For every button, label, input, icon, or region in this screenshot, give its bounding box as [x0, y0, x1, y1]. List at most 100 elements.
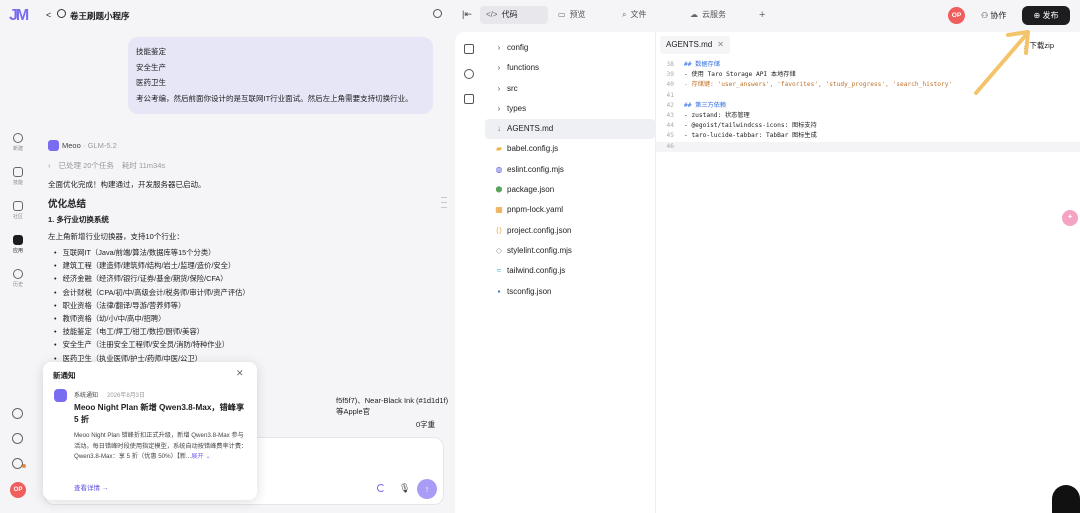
close-icon[interactable]: ✕: [236, 368, 244, 379]
file-tree: › config › functions › src › types ↓ AGENTS.m…: [485, 38, 655, 302]
community-icon: [13, 201, 23, 211]
explorer-rail: [455, 32, 483, 513]
rail-item-history[interactable]: 历史: [0, 269, 36, 288]
view-details-link[interactable]: 查看详情 →: [74, 482, 108, 492]
file-item[interactable]: ▪ tsconfig.json: [485, 282, 655, 302]
file-item[interactable]: ⬢ package.json: [485, 180, 655, 200]
list-item: 会计财税（CPA/初/中/高级会计/税务师/审计师/资产评估）: [54, 286, 250, 299]
file-item[interactable]: ◍ eslint.config.mjs: [485, 160, 655, 180]
file-item[interactable]: › src: [485, 79, 655, 99]
rail-avatar[interactable]: OP: [10, 482, 26, 498]
list-item: 技能鉴定（电工/焊工/钳工/数控/厨师/美容）: [54, 325, 250, 338]
rail-item-skills[interactable]: 技能: [0, 167, 36, 186]
code-workspace: › config › functions › src › types ↓ AGENTS.m…: [455, 32, 1080, 513]
notification-date: 2026年8月3日: [107, 393, 146, 399]
code-line: 40- 存储键: 'user_answers', 'favorites', 's…: [666, 81, 953, 89]
git-branch-icon[interactable]: [464, 94, 474, 104]
code-line-current: 46: [656, 141, 1080, 152]
add-tab-icon[interactable]: +: [759, 9, 765, 21]
left-rail: 新建 技能 社区 应用 历史 OP: [0, 32, 36, 513]
project-title[interactable]: 卷王刷题小程序: [70, 10, 130, 22]
rail-item-new[interactable]: 新建: [0, 133, 36, 152]
notification-avatar: [54, 389, 67, 402]
code-line: 44- @egoist/tailwindcss-icons: 图标支持: [666, 122, 817, 130]
assistant-header: Meoo · GLM-5.2: [48, 140, 117, 152]
tab-code[interactable]: </> 代码: [480, 6, 548, 24]
publish-button[interactable]: ⊕ 发布: [1022, 6, 1070, 25]
notification-source: 系统通知: [74, 393, 99, 399]
mic-icon[interactable]: 🎙: [399, 483, 410, 494]
clock-icon: [13, 269, 23, 279]
json-icon: ⟨⟩: [495, 225, 503, 235]
collab-button[interactable]: ⚇ 协作: [976, 7, 1011, 24]
send-button[interactable]: ↑: [417, 479, 437, 499]
tab-cloud[interactable]: ☁ 云服务: [684, 6, 732, 24]
file-item[interactable]: ◇ stylelint.config.mjs: [485, 241, 655, 261]
tab-files[interactable]: ⌕ 文件: [616, 6, 652, 24]
bell-icon[interactable]: [12, 433, 23, 444]
file-item[interactable]: › config: [485, 38, 655, 58]
rail-item-apps[interactable]: 应用: [0, 235, 36, 254]
eslint-icon: ◍: [495, 164, 503, 174]
typescript-icon: ▪: [497, 286, 501, 296]
assistant-avatar: [48, 140, 59, 151]
file-item[interactable]: ⟨⟩ project.config.json: [485, 221, 655, 241]
notification-body: Meoo Night Plan 错峰折扣正式升级，新增 Qwen3.8-Max …: [74, 432, 248, 460]
chevron-right-icon: ›: [497, 83, 501, 93]
file-item[interactable]: ≈ tailwind.config.js: [485, 261, 655, 281]
list-item: 经济金融（经济师/银行/证券/基金/期货/保险/CFA）: [54, 272, 250, 285]
theme-icon[interactable]: [12, 408, 23, 419]
back-icon[interactable]: <: [46, 10, 51, 20]
list-item: 建筑工程（建造师/建筑师/结构/岩土/监理/造价/安全）: [54, 259, 250, 272]
floating-assistant-icon[interactable]: ✦: [1062, 210, 1078, 226]
markdown-icon: ↓: [497, 124, 501, 134]
code-line: 43- zustand: 状态管理: [666, 111, 750, 119]
collapse-panel-icon[interactable]: |⇤: [462, 9, 472, 20]
mascot-icon[interactable]: [1052, 485, 1080, 513]
pnpm-icon: ▦: [495, 205, 503, 215]
rail-item-community[interactable]: 社区: [0, 201, 36, 220]
code-icon: </>: [486, 10, 498, 19]
file-item[interactable]: ↓ AGENTS.md: [485, 119, 655, 140]
preview-icon: ▭: [558, 10, 566, 19]
notification-popup: 新通知 ✕ 系统通知 2026年8月3日 Meoo Night Plan 新增 …: [43, 362, 257, 500]
tailwind-icon: ≈: [496, 266, 502, 276]
files-icon[interactable]: [464, 44, 474, 54]
chevron-right-icon: ›: [497, 103, 501, 113]
code-line: 39- 使用 Taro Storage API 本地存储: [666, 71, 796, 79]
user-avatar[interactable]: OP: [948, 7, 965, 24]
file-item[interactable]: ▦ pnpm-lock.yaml: [485, 200, 655, 220]
expand-link[interactable]: 展开 ⌄: [191, 453, 210, 460]
files-icon: ⌕: [622, 10, 627, 19]
editor-tab[interactable]: AGENTS.md ✕: [660, 36, 730, 54]
partial-text: 0字重: [416, 420, 436, 429]
chevron-right-icon: ›: [497, 43, 501, 52]
file-item[interactable]: › functions: [485, 58, 655, 78]
file-item[interactable]: ▰ babel.config.js: [485, 139, 655, 159]
notification-title: 新通知: [53, 371, 76, 380]
stylelint-icon: ◇: [495, 245, 503, 255]
close-tab-icon[interactable]: ✕: [717, 40, 724, 49]
file-item[interactable]: › types: [485, 99, 655, 119]
code-line: 42 ## 第三方依赖: [666, 101, 727, 109]
partial-text: f5f5f7)、Near-Black Ink (#1d1d1f) 等Apple官: [336, 396, 449, 416]
app-logo[interactable]: JM: [9, 7, 29, 25]
list-item: 安全生产（注册安全工程师/安全员/消防/特种作业）: [54, 338, 250, 351]
babel-icon: ▰: [495, 144, 503, 154]
history-icon[interactable]: [433, 9, 442, 18]
code-area[interactable]: 38 ## 数据存储 39- 使用 Taro Storage API 本地存储 4…: [656, 60, 1080, 152]
tab-preview[interactable]: ▭ 预览: [552, 6, 592, 24]
scroll-indicator[interactable]: [441, 197, 449, 257]
search-icon[interactable]: [464, 69, 474, 79]
task-summary[interactable]: › 已处理 20个任务 耗时 11m34s: [48, 160, 173, 171]
list-item: 互联网IT（Java/前端/算法/数据库等15个分类）: [54, 246, 250, 259]
user-message: 技能鉴定 安全生产 医药卫生 考公考编，然后前面你设计的是互联网IT行业面试。然…: [128, 37, 433, 114]
code-line: 41: [666, 91, 674, 99]
section-heading: 优化总结: [48, 199, 87, 210]
summary-text: 全面优化完成！构建通过，开发服务器已启动。: [48, 180, 206, 189]
download-zip-button[interactable]: ⤓ 下载zip: [1024, 40, 1054, 51]
settings-icon[interactable]: [12, 458, 23, 469]
code-editor: AGENTS.md ✕ ⤓ 下载zip 38 ## 数据存储 39- 使用 Taro…: [655, 32, 1080, 513]
chevron-right-icon: ›: [48, 161, 51, 170]
project-icon: [57, 9, 66, 18]
